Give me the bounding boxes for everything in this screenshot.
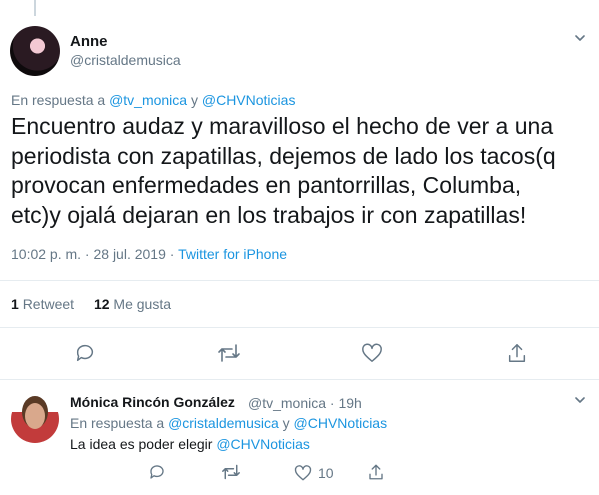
mention-link[interactable]: @cristaldemusica <box>168 415 279 431</box>
like-stat[interactable]: 12 Me gusta <box>94 296 171 312</box>
tweet-stats: 1 Retweet 12 Me gusta <box>11 296 187 312</box>
thread-line <box>34 0 36 16</box>
avatar-monica[interactable] <box>11 395 59 443</box>
divider <box>0 327 599 328</box>
meta-separator: · <box>165 246 179 262</box>
mention-link[interactable]: @CHVNoticias <box>216 436 310 452</box>
reply-text-body: La idea es poder elegir <box>70 436 217 452</box>
reply-icon[interactable] <box>148 463 166 481</box>
mention-link[interactable]: @tv_monica <box>109 92 187 108</box>
like-count: 12 <box>93 296 110 312</box>
chevron-down-icon[interactable] <box>575 395 585 405</box>
retweet-count: 1 <box>11 296 19 312</box>
retweet-stat[interactable]: 1 Retweet <box>11 296 74 312</box>
reply-and: y <box>187 92 202 108</box>
mention-link[interactable]: @CHVNoticias <box>202 92 296 108</box>
reply-prefix: En respuesta a <box>70 415 169 431</box>
heart-icon[interactable] <box>294 464 312 482</box>
tweet-meta: 10:02 p. m. · 28 jul. 2019 · Twitter for… <box>11 246 287 262</box>
like-label: Me gusta <box>113 296 171 312</box>
retweet-icon[interactable] <box>217 342 241 364</box>
divider <box>0 379 599 380</box>
tweet-source-link[interactable]: Twitter for iPhone <box>178 246 287 262</box>
retweet-label: Retweet <box>22 296 75 312</box>
mention-link[interactable]: @CHVNoticias <box>294 415 388 431</box>
author-handle[interactable]: @cristaldemusica <box>70 52 181 68</box>
author-name[interactable]: Anne <box>70 33 108 50</box>
reply-author-handle[interactable]: @tv_monica · 19h <box>248 395 362 411</box>
tweet-text: Encuentro audaz y maravilloso el hecho d… <box>11 113 556 228</box>
share-icon[interactable] <box>506 342 528 364</box>
reply-like-count: 10 <box>318 465 334 481</box>
reply-context: En respuesta a @cristaldemusica y @CHVNo… <box>70 415 387 431</box>
reply-author-name[interactable]: Mónica Rincón González <box>70 394 235 410</box>
share-icon[interactable] <box>367 463 385 481</box>
reply-context: En respuesta a @tv_monica y @CHVNoticias <box>11 92 295 108</box>
avatar-anne[interactable] <box>10 26 60 76</box>
reply-text: La idea es poder elegir @CHVNoticias <box>70 436 310 452</box>
reply-icon[interactable] <box>74 342 96 364</box>
heart-icon[interactable] <box>361 342 383 364</box>
reply-prefix: En respuesta a <box>11 92 110 108</box>
reply-and: y <box>278 415 294 431</box>
chevron-down-icon[interactable] <box>575 33 585 43</box>
divider <box>0 280 599 281</box>
tweet-timestamp[interactable]: 10:02 p. m. · 28 jul. 2019 <box>11 246 166 262</box>
retweet-icon[interactable] <box>221 463 241 481</box>
